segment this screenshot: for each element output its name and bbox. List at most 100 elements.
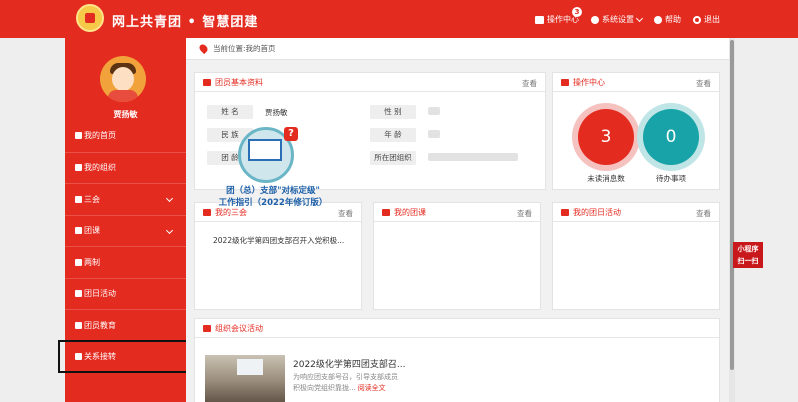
sidebar-item-label: 团课 — [84, 226, 100, 236]
info-label-gender: 性 别 — [370, 105, 416, 119]
sidebar-item-two-systems[interactable]: 两制 — [65, 246, 186, 278]
scrollbar[interactable] — [729, 38, 735, 402]
info-label-age: 年 龄 — [370, 128, 416, 142]
sidebar-item-league-class[interactable]: 团课 — [65, 214, 186, 247]
panel-title: 我的团日活动 — [573, 207, 621, 217]
target-icon — [75, 258, 82, 266]
my-league-day-header: 我的团日活动 查看 — [553, 203, 719, 222]
league-logo-icon — [76, 4, 104, 32]
operation-center-header: 操作中心 查看 — [553, 73, 719, 92]
org-meeting-panel: 组织会议活动 2022级化学第四团支部召... 为响应团支部号召，引导支部成员 … — [194, 318, 720, 402]
sidebar-item-label: 我的首页 — [84, 131, 116, 141]
sidebar-item-relation-transfer[interactable]: 关系接转 — [58, 339, 188, 373]
chevron-down-icon — [635, 14, 644, 22]
monitor-icon — [248, 139, 282, 161]
sidebar-item-member-education[interactable]: 团员教育 — [65, 309, 186, 341]
home-icon — [75, 132, 82, 140]
sidebar-item-three-meetings[interactable]: 三会 — [65, 183, 186, 215]
my-league-class-more-link[interactable]: 查看 — [517, 208, 532, 219]
sidebar-item-my-organization[interactable]: 我的组织 — [65, 151, 186, 184]
panel-title: 操作中心 — [573, 77, 605, 87]
chevron-down-icon — [165, 226, 174, 234]
user-icon — [591, 15, 599, 24]
info-row-organization: 所在团组织 — [370, 151, 518, 165]
panel-title: 我的团课 — [394, 207, 426, 217]
sidebar-item-label: 团日活动 — [84, 289, 116, 299]
info-row-name: 姓 名 贾扬敏 — [207, 105, 288, 119]
meeting-item-description-tail: 积极向党组织靠拢... — [293, 384, 356, 392]
my-league-day-panel: 我的团日活动 查看 — [552, 202, 720, 310]
promo-title-line1: 团（总）支部"对标定级" — [226, 186, 320, 196]
header-actions: 操作中心 3 系统设置 帮助 退出 — [535, 7, 720, 25]
site-brand-title: 网上共青团 • 智慧团建 — [112, 15, 259, 30]
breadcrumb: 当前位置:我的首页 — [186, 38, 729, 60]
operation-center-more-link[interactable]: 查看 — [696, 78, 711, 89]
my-league-class-panel: 我的团课 查看 — [373, 202, 541, 310]
meeting-item-description-cont: 积极向党组织靠拢... 阅读全文 — [293, 383, 386, 393]
breadcrumb-text: 当前位置:我的首页 — [213, 44, 276, 53]
sidebar-item-home[interactable]: 我的首页 — [65, 120, 186, 152]
info-value-organization-redacted — [428, 153, 518, 163]
flag-icon — [561, 208, 569, 216]
sidebar-item-label: 团员教育 — [84, 320, 116, 330]
system-settings-link[interactable]: 系统设置 — [591, 14, 644, 25]
logout-link[interactable]: 退出 — [693, 14, 720, 25]
todo-items-count[interactable]: 0 — [643, 109, 699, 165]
info-row-gender: 性 别 — [370, 105, 440, 119]
help-icon — [654, 15, 662, 24]
transfer-icon — [75, 353, 82, 361]
chevron-down-icon — [165, 194, 174, 203]
gear-icon — [561, 78, 569, 86]
info-value-age-redacted — [428, 130, 440, 140]
mini-program-line2: 扫一扫 — [737, 257, 759, 265]
help-link[interactable]: 帮助 — [654, 14, 681, 25]
operation-center-link[interactable]: 操作中心 3 — [535, 7, 582, 25]
my-three-meetings-panel: 我的三会 查看 2022级化学第四团支部召开入党积极... — [194, 202, 362, 310]
system-settings-label: 系统设置 — [602, 15, 634, 24]
graduation-icon — [75, 321, 82, 329]
notification-badge: 3 — [572, 7, 582, 17]
mini-program-qr-tag[interactable]: 小程序 扫一扫 — [733, 242, 763, 268]
mail-icon — [535, 15, 544, 24]
mini-program-line1: 小程序 — [737, 245, 759, 253]
activity-icon — [203, 324, 211, 332]
logout-label: 退出 — [704, 15, 720, 24]
checkbox-icon — [75, 195, 82, 203]
panel-title: 团员基本资料 — [215, 77, 263, 87]
sidebar-item-label: 我的组织 — [84, 163, 116, 173]
folder-icon — [75, 227, 82, 235]
pencil-icon — [382, 208, 390, 216]
recycle-icon — [75, 290, 82, 298]
id-card-icon — [203, 78, 211, 86]
meeting-item-title[interactable]: 2022级化学第四团支部召... — [293, 357, 406, 370]
info-value-gender-redacted — [428, 107, 440, 117]
member-info-header: 团员基本资料 查看 — [195, 73, 545, 92]
info-label-organization: 所在团组织 — [370, 151, 416, 165]
my-three-meetings-more-link[interactable]: 查看 — [338, 208, 353, 219]
my-league-day-more-link[interactable]: 查看 — [696, 208, 711, 219]
promo-banner[interactable]: ? 团（总）支部"对标定级" 工作指引（2022年修订版） — [208, 125, 338, 215]
group-icon — [75, 164, 82, 172]
my-league-class-header: 我的团课 查看 — [374, 203, 540, 222]
unread-messages-label: 未读消息数 — [587, 174, 625, 183]
sidebar-item-label: 关系接转 — [84, 352, 116, 362]
member-info-more-link[interactable]: 查看 — [522, 78, 537, 89]
scrollbar-thumb[interactable] — [730, 40, 734, 370]
panel-title: 组织会议活动 — [215, 323, 263, 333]
operation-center-panel: 操作中心 查看 3 未读消息数 0 待办事项 — [552, 72, 720, 190]
todo-items-label: 待办事项 — [656, 174, 686, 183]
help-label: 帮助 — [665, 15, 681, 24]
read-more-link[interactable]: 阅读全文 — [358, 384, 386, 392]
meeting-photo[interactable] — [205, 355, 285, 402]
sidebar-menu: 我的首页 我的组织 三会 团课 两制 团日活动 团员教育 关系接转 — [58, 120, 188, 373]
sidebar-item-league-day[interactable]: 团日活动 — [65, 277, 186, 310]
info-label-name: 姓 名 — [207, 105, 253, 119]
list-item[interactable]: 2022级化学第四团支部召开入党积极... — [213, 235, 344, 246]
location-pin-icon — [197, 42, 210, 55]
org-meeting-header: 组织会议活动 — [195, 319, 719, 338]
logout-icon — [693, 15, 701, 24]
info-row-age: 年 龄 — [370, 128, 440, 142]
unread-messages-count[interactable]: 3 — [578, 109, 634, 165]
sidebar-item-label: 两制 — [84, 257, 100, 267]
avatar[interactable] — [100, 56, 146, 102]
